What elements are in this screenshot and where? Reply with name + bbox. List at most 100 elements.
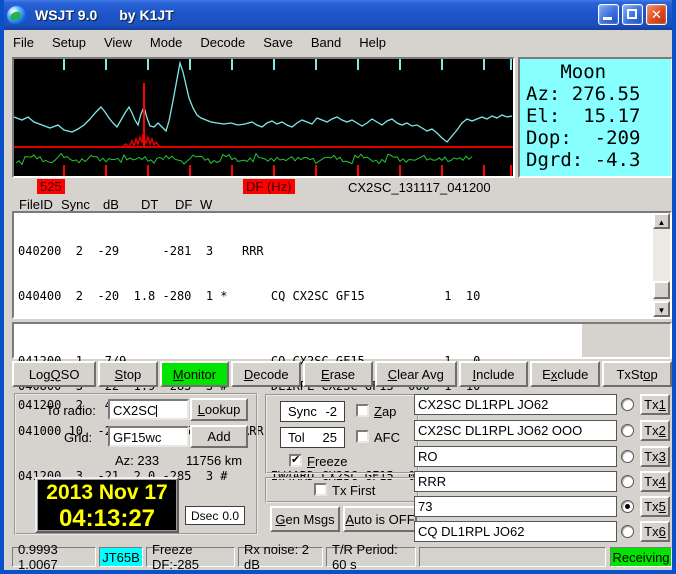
col-header-fileid: FileID bbox=[19, 197, 53, 212]
gen-msgs-button[interactable]: Gen Msgs bbox=[270, 506, 340, 532]
exclude-button[interactable]: Exclude bbox=[530, 361, 600, 387]
tol-value: 25 bbox=[323, 430, 337, 445]
status-spacer-panel bbox=[419, 547, 606, 567]
menu-item-setup[interactable]: Setup bbox=[43, 32, 95, 53]
tx-first-checkbox[interactable] bbox=[314, 483, 327, 496]
decode-button[interactable]: Decode bbox=[231, 361, 301, 387]
col-header-sync: Sync bbox=[61, 197, 90, 212]
spectrum-display[interactable] bbox=[12, 57, 515, 178]
tx4-button[interactable]: Tx4 bbox=[640, 471, 670, 492]
azimuth-readout: Az: 233 bbox=[115, 453, 159, 468]
afc-checkbox[interactable] bbox=[356, 430, 369, 443]
tx3-message-input[interactable]: RO bbox=[414, 446, 617, 467]
tol-field[interactable]: Tol 25 bbox=[280, 427, 345, 448]
tx2-message-input[interactable]: CX2SC DL1RPL JO62 OOO bbox=[414, 420, 617, 441]
txstop-button[interactable]: TxStop bbox=[602, 361, 672, 387]
scroll-up-button[interactable]: ▲ bbox=[653, 213, 670, 229]
menu-item-mode[interactable]: Mode bbox=[141, 32, 192, 53]
stop-button[interactable]: Stop bbox=[98, 361, 157, 387]
sync-field[interactable]: Sync -2 bbox=[280, 401, 345, 422]
decode-scrollbar[interactable]: ▲ ▼ bbox=[653, 213, 670, 317]
auto-toggle-button[interactable]: Auto is OFF bbox=[343, 506, 417, 532]
zap-label: Zap bbox=[374, 404, 396, 419]
app-globe-icon bbox=[7, 6, 26, 25]
tx1-message-input[interactable]: CX2SC DL1RPL JO62 bbox=[414, 394, 617, 415]
menu-item-file[interactable]: File bbox=[4, 32, 43, 53]
maximize-button[interactable] bbox=[622, 4, 643, 25]
tx5-radio[interactable] bbox=[621, 500, 634, 513]
status-mode-badge: JT65B bbox=[99, 547, 143, 567]
avg-area-filler bbox=[582, 324, 670, 357]
col-header-df: DF bbox=[175, 197, 192, 212]
log-qso-button[interactable]: Log QSO bbox=[12, 361, 96, 387]
status-rx-noise: Rx noise: 2 dB bbox=[238, 547, 323, 567]
minimize-button[interactable] bbox=[598, 4, 619, 25]
moon-info-panel: Moon Az: 276.55 El: 15.17 Dop: -209 Dgrd… bbox=[518, 57, 673, 178]
utc-clock-display: 2013 Nov 17 04:13:27 bbox=[35, 477, 179, 533]
tx3-button[interactable]: Tx3 bbox=[640, 446, 670, 467]
tx2-radio[interactable] bbox=[621, 424, 634, 437]
to-radio-input[interactable]: CX2SC bbox=[108, 399, 189, 420]
sync-spike-cluster bbox=[122, 134, 162, 147]
tx4-message-input[interactable]: RRR bbox=[414, 471, 617, 492]
freeze-checkbox[interactable] bbox=[289, 454, 302, 467]
dsec-value: 0.0 bbox=[222, 509, 239, 523]
menu-item-help[interactable]: Help bbox=[350, 32, 395, 53]
dsec-field[interactable]: Dsec 0.0 bbox=[185, 506, 245, 525]
lookup-button[interactable]: Lookup bbox=[190, 398, 248, 421]
tx6-message-input[interactable]: CQ DL1RPL JO62 bbox=[414, 521, 617, 542]
scroll-thumb[interactable] bbox=[653, 281, 670, 299]
zap-checkbox[interactable] bbox=[356, 404, 369, 417]
tx1-button[interactable]: Tx1 bbox=[640, 394, 670, 415]
tx4-radio[interactable] bbox=[621, 475, 634, 488]
spectrum-svg bbox=[14, 59, 513, 176]
top-tick-marks bbox=[64, 59, 511, 70]
freeze-label: Freeze bbox=[307, 454, 347, 469]
grid-label: Grid: bbox=[64, 430, 92, 445]
wsjt-window: WSJT 9.0 by K1JT ✕ File Setup View Mode … bbox=[0, 0, 676, 574]
status-calibration: 0.9993 1.0067 bbox=[12, 547, 96, 567]
decode-row[interactable]: 040400 2 -20 1.8 -280 1 * CQ CX2SC GF15 … bbox=[18, 288, 670, 305]
add-button[interactable]: Add bbox=[190, 425, 248, 448]
close-icon: ✕ bbox=[647, 6, 666, 24]
col-header-w: W bbox=[200, 197, 212, 212]
close-button[interactable]: ✕ bbox=[646, 4, 667, 25]
clock-date: 2013 Nov 17 bbox=[37, 480, 177, 506]
erase-button[interactable]: Erase bbox=[303, 361, 373, 387]
tx2-button[interactable]: Tx2 bbox=[640, 420, 670, 441]
menu-item-view[interactable]: View bbox=[95, 32, 141, 53]
sync-label: Sync bbox=[288, 404, 317, 419]
tx5-message-input[interactable]: 73 bbox=[414, 496, 617, 517]
df-axis-label: DF (Hz) bbox=[243, 179, 295, 194]
col-header-dt: DT bbox=[141, 197, 158, 212]
action-button-row: Log QSO Stop Monitor Decode Erase Clear … bbox=[12, 361, 672, 387]
tx6-radio[interactable] bbox=[621, 525, 634, 538]
current-file-label: CX2SC_131117_041200 bbox=[348, 180, 491, 195]
menu-item-decode[interactable]: Decode bbox=[191, 32, 254, 53]
noise-trace bbox=[16, 154, 472, 165]
tol-label: Tol bbox=[288, 430, 305, 445]
tx-first-label: Tx First bbox=[332, 483, 375, 498]
include-button[interactable]: Include bbox=[459, 361, 529, 387]
menu-item-save[interactable]: Save bbox=[254, 32, 302, 53]
avg-decode-text-area: 041200 1 7/9 CQ CX2SC GF15 1 0 041200 2 … bbox=[12, 322, 672, 359]
to-radio-value: CX2SC bbox=[113, 403, 156, 418]
tx5-button[interactable]: Tx5 bbox=[640, 496, 670, 517]
sync-value: -2 bbox=[325, 404, 337, 419]
to-radio-label: To radio: bbox=[46, 403, 96, 418]
decode-text-area: 040200 2 -29 -281 3 RRR 040400 2 -20 1.8… bbox=[12, 211, 672, 319]
decode-row[interactable]: 040200 2 -29 -281 3 RRR bbox=[18, 243, 670, 260]
menu-item-band[interactable]: Band bbox=[302, 32, 350, 53]
scroll-down-button[interactable]: ▼ bbox=[653, 301, 670, 317]
dsec-label: Dsec bbox=[191, 509, 218, 523]
tx3-radio[interactable] bbox=[621, 450, 634, 463]
grid-input[interactable]: GF15wc bbox=[108, 426, 189, 447]
titlebar[interactable]: WSJT 9.0 by K1JT bbox=[0, 0, 676, 30]
minimize-icon bbox=[603, 17, 612, 20]
tx1-radio[interactable] bbox=[621, 398, 634, 411]
distance-readout: 11756 km bbox=[186, 453, 242, 468]
monitor-button[interactable]: Monitor bbox=[160, 361, 230, 387]
clear-avg-button[interactable]: Clear Avg bbox=[375, 361, 457, 387]
status-rx-state-badge: Receiving bbox=[610, 547, 672, 567]
tx6-button[interactable]: Tx6 bbox=[640, 521, 670, 542]
